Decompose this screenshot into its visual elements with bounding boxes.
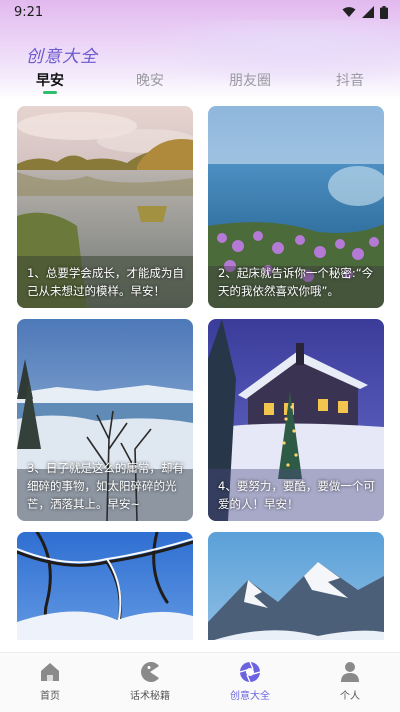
nav-profile[interactable]: 个人 — [300, 653, 400, 712]
pacman-icon — [141, 662, 159, 682]
tab-morning[interactable]: 早安 — [0, 70, 100, 96]
nav-home-label: 首页 — [40, 691, 60, 702]
card-image — [208, 532, 384, 640]
person-icon — [341, 662, 359, 682]
tab-night[interactable]: 晚安 — [100, 70, 200, 96]
status-time: 9:21 — [14, 4, 44, 20]
card-caption: 4、要努力，要酷，要做一个可爱的人！早安！ — [218, 479, 375, 511]
nav-home[interactable]: 首页 — [0, 653, 100, 712]
tab-douyin[interactable]: 抖音 — [300, 70, 400, 96]
tab-moments[interactable]: 朋友圈 — [200, 70, 300, 96]
nav-scripts-label: 话术秘籍 — [130, 691, 170, 702]
nav-profile-label: 个人 — [340, 691, 360, 702]
card-image — [17, 532, 193, 640]
nav-ideas[interactable]: 创意大全 — [200, 653, 300, 712]
card-caption: 2、起床就告诉你一个秘密:“今天的我依然喜欢你哦”。 — [218, 266, 374, 298]
category-tabs: 早安 晚安 朋友圈 抖音 — [0, 70, 400, 96]
card[interactable]: 1、总要学会成长，才能成为自己从未想过的模样。早安！ — [17, 106, 193, 308]
nav-ideas-label: 创意大全 — [230, 691, 270, 702]
battery-icon — [380, 5, 388, 19]
card[interactable] — [17, 532, 193, 640]
nav-scripts[interactable]: 话术秘籍 — [100, 653, 200, 712]
card-caption: 3、日子就是这么的庸常，却有细碎的事物，如太阳碎碎的光芒，洒落其上。早安~ — [27, 461, 184, 511]
card[interactable]: 4、要努力，要酷，要做一个可爱的人！早安！ — [208, 319, 384, 521]
signal-icon — [362, 6, 374, 18]
card[interactable] — [208, 532, 384, 640]
card[interactable]: 2、起床就告诉你一个秘密:“今天的我依然喜欢你哦”。 — [208, 106, 384, 308]
status-icons — [342, 5, 388, 19]
aperture-icon — [239, 661, 261, 683]
app-title: 创意大全 — [26, 47, 98, 67]
card-caption: 1、总要学会成长，才能成为自己从未想过的模样。早安！ — [27, 266, 184, 298]
bottom-nav: 首页 话术秘籍 创意大全 个人 — [0, 652, 400, 712]
card-grid: 1、总要学会成长，才能成为自己从未想过的模样。早安！ 2、起床就告诉你一个秘密:… — [0, 104, 400, 640]
card[interactable]: 3、日子就是这么的庸常，却有细碎的事物，如太阳碎碎的光芒，洒落其上。早安~ — [17, 319, 193, 521]
status-bar: 9:21 — [0, 0, 400, 24]
home-icon — [41, 663, 59, 681]
wifi-icon — [342, 7, 356, 17]
